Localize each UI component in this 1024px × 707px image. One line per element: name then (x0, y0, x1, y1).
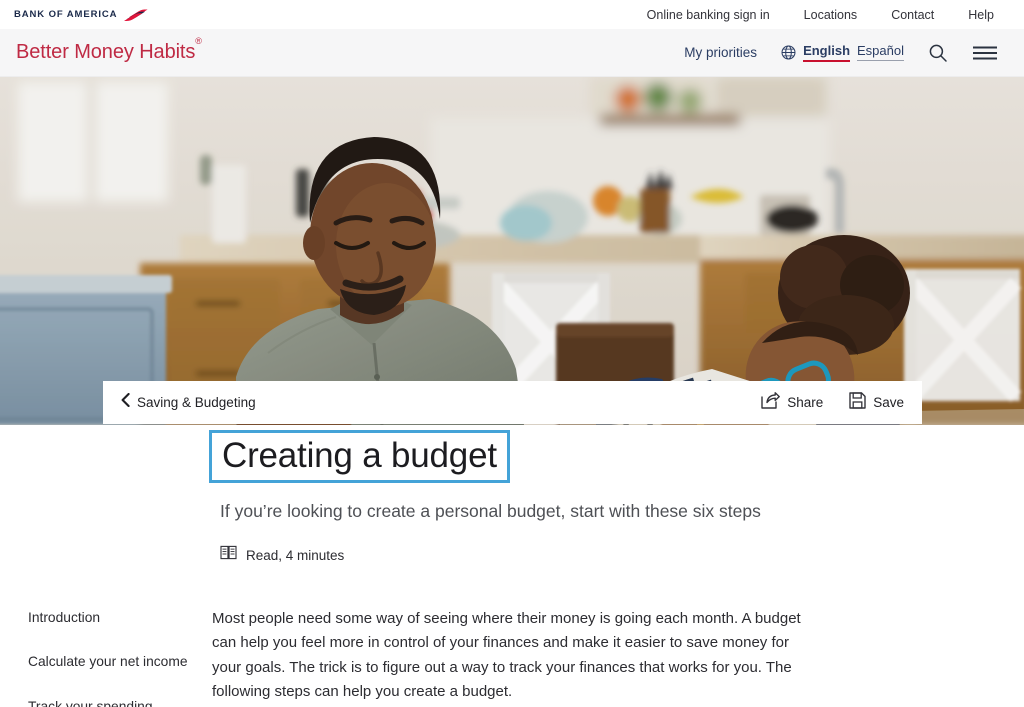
hamburger-menu-icon[interactable] (972, 44, 998, 62)
bank-of-america-logo[interactable]: BANK OF AMERICA (14, 8, 149, 21)
utility-link-help[interactable]: Help (968, 8, 994, 22)
language-option-espanol[interactable]: Español (857, 44, 904, 61)
share-button[interactable]: Share (761, 391, 824, 414)
open-book-icon (220, 545, 237, 565)
share-icon (761, 391, 781, 414)
share-label: Share (787, 395, 824, 410)
article-title-highlight: Creating a budget (209, 430, 510, 484)
page-root: BANK OF AMERICA Online banking sign in L… (0, 0, 1024, 707)
read-time-meta: Read, 4 minutes (220, 545, 1024, 565)
chevron-left-icon (121, 392, 130, 412)
brand-bar: Better Money Habits® My priorities Engli… (0, 29, 1024, 77)
toc-item-track-your-spending[interactable]: Track your spending (28, 698, 210, 707)
page-title: Creating a budget (222, 436, 497, 475)
toc-item-introduction[interactable]: Introduction (28, 609, 210, 626)
registered-mark: ® (195, 36, 202, 47)
globe-icon (781, 45, 796, 60)
brand-bar-right: My priorities English Español (684, 43, 998, 63)
my-priorities-link[interactable]: My priorities (684, 45, 757, 60)
language-option-english[interactable]: English (803, 44, 851, 62)
language-switcher: English Español (781, 44, 904, 62)
article-subtitle: If you’re looking to create a personal b… (220, 501, 761, 522)
card-actions: Share Save (761, 391, 904, 414)
boa-flag-icon (122, 8, 149, 21)
read-time-label: Read, 4 minutes (246, 547, 345, 563)
utility-link-contact[interactable]: Contact (891, 8, 934, 22)
article-header: Creating a budget If you’re looking to c… (0, 425, 1024, 565)
utility-bar: BANK OF AMERICA Online banking sign in L… (0, 0, 1024, 29)
hero-illustration (0, 77, 1024, 425)
utility-link-online-banking-sign-in[interactable]: Online banking sign in (647, 8, 770, 22)
save-button[interactable]: Save (849, 391, 904, 414)
bank-of-america-logo-text: BANK OF AMERICA (14, 9, 118, 20)
article-intro-text: Most people need some way of seeing wher… (210, 607, 808, 707)
hero-image (0, 77, 1024, 425)
floppy-disk-icon (849, 391, 866, 414)
toc-item-calculate-your-net-income[interactable]: Calculate your net income (28, 653, 210, 670)
search-icon[interactable] (928, 43, 948, 63)
breadcrumb-label: Saving & Budgeting (137, 395, 256, 410)
article-paragraph: Most people need some way of seeing wher… (212, 610, 801, 700)
utility-link-locations[interactable]: Locations (804, 8, 858, 22)
brand-title-text: Better Money Habits (16, 41, 196, 63)
utility-links: Online banking sign in Locations Contact… (647, 8, 994, 22)
save-label: Save (873, 395, 904, 410)
breadcrumb-back-link[interactable]: Saving & Budgeting (121, 392, 256, 412)
article-body: Introduction Calculate your net income T… (0, 607, 1024, 707)
better-money-habits-logo[interactable]: Better Money Habits® (16, 36, 202, 64)
article-action-card: Saving & Budgeting Share Save (103, 381, 922, 424)
article-table-of-contents: Introduction Calculate your net income T… (28, 607, 210, 707)
